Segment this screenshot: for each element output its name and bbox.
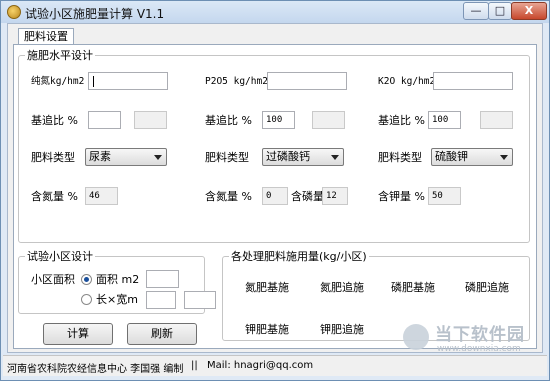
maximize-button[interactable]: □ <box>488 2 512 20</box>
length-width-radio[interactable] <box>81 294 92 305</box>
k-type-select[interactable]: 硫酸钾 <box>431 148 513 166</box>
title-bar[interactable]: 试验小区施肥量计算 V1.1 — □ X <box>1 1 549 23</box>
usage-legend: 各处理肥料施用量(kg/小区) <box>229 250 369 263</box>
area-option-label: 面积 m2 <box>96 273 140 286</box>
k-ratio-label: 基追比 % <box>378 114 425 127</box>
fertilizer-level-legend: 施肥水平设计 <box>25 49 95 62</box>
app-icon <box>7 5 21 19</box>
p-type-select[interactable]: 过磷酸钙 <box>262 148 344 166</box>
p-ratio-input[interactable]: 100 <box>262 111 295 129</box>
p-base-label: 磷肥基施 <box>391 281 435 294</box>
status-mail: Mail: hnagri@qq.com <box>207 360 314 371</box>
chevron-down-icon <box>154 155 162 160</box>
p-content-value: 12 <box>322 187 348 205</box>
radio-selected-dot <box>84 277 89 282</box>
status-author: 河南省农科院农经信息中心 李国强 编制 <box>7 364 184 375</box>
watermark: 当下软件园 www.downxia.com <box>403 318 543 362</box>
n-content-value: 46 <box>85 187 118 205</box>
k-content-value: 50 <box>428 187 461 205</box>
k-rate-label: K2O kg/hm2 <box>378 76 436 87</box>
area-input[interactable] <box>146 270 179 288</box>
n-ratio-label: 基追比 % <box>31 114 78 127</box>
tab-panel: 施肥水平设计 纯氮kg/hm2 P2O5 kg/hm2 K2O kg/hm2 基… <box>13 44 537 349</box>
chevron-down-icon <box>331 155 339 160</box>
n-content-label: 含氮量 % <box>31 190 78 203</box>
area-radio[interactable] <box>81 274 92 285</box>
watermark-logo-icon <box>403 324 429 350</box>
k-content-label: 含钾量 % <box>378 190 425 203</box>
n-rate-label: 纯氮kg/hm2 <box>31 76 85 87</box>
app-window: 试验小区施肥量计算 V1.1 — □ X 肥料设置 施肥水平设计 纯氮kg/hm… <box>0 0 550 381</box>
text-caret <box>93 76 94 87</box>
p-ratio-remainder <box>312 111 345 129</box>
p-top-label: 磷肥追施 <box>465 281 509 294</box>
close-button[interactable]: X <box>511 2 547 20</box>
k-ratio-remainder <box>480 111 513 129</box>
p-rate-input[interactable] <box>267 72 347 90</box>
refresh-button[interactable]: 刷新 <box>127 323 197 345</box>
k-top-label: 钾肥追施 <box>320 323 364 336</box>
k-type-label: 肥料类型 <box>378 151 422 164</box>
p-rate-label: P2O5 kg/hm2 <box>205 76 268 87</box>
n-ratio-input[interactable] <box>88 111 121 129</box>
n-top-label: 氮肥追施 <box>320 281 364 294</box>
fertilizer-level-group: 施肥水平设计 纯氮kg/hm2 P2O5 kg/hm2 K2O kg/hm2 基… <box>18 49 530 243</box>
watermark-url: www.downxia.com <box>437 344 521 354</box>
watermark-text: 当下软件园 <box>435 325 525 345</box>
k-base-label: 钾肥基施 <box>245 323 289 336</box>
length-input[interactable] <box>146 291 176 309</box>
length-width-option-label: 长×宽m <box>96 293 138 306</box>
calculate-button[interactable]: 计算 <box>43 323 113 345</box>
k-ratio-input[interactable]: 100 <box>428 111 461 129</box>
n-type-label: 肥料类型 <box>31 151 75 164</box>
width-input[interactable] <box>184 291 216 309</box>
p-type-label: 肥料类型 <box>205 151 249 164</box>
p-ratio-label: 基追比 % <box>205 114 252 127</box>
window-title: 试验小区施肥量计算 V1.1 <box>25 7 165 21</box>
plot-area-label: 小区面积 <box>31 273 75 286</box>
minimize-button[interactable]: — <box>463 2 489 20</box>
n-ratio-remainder <box>134 111 167 129</box>
k-rate-input[interactable] <box>433 72 513 90</box>
n-base-label: 氮肥基施 <box>245 281 289 294</box>
chevron-down-icon <box>500 155 508 160</box>
tab-fertilizer-settings[interactable]: 肥料设置 <box>18 28 74 45</box>
n-rate-input[interactable] <box>88 72 168 90</box>
p-n-content-value: 0 <box>262 187 288 205</box>
plot-design-group: 试验小区设计 小区面积 面积 m2 长×宽m <box>18 250 216 314</box>
status-separator: || <box>191 360 198 371</box>
client-area: 肥料设置 施肥水平设计 纯氮kg/hm2 P2O5 kg/hm2 K2O kg/… <box>7 23 543 353</box>
plot-design-legend: 试验小区设计 <box>25 250 95 263</box>
p-n-content-label: 含氮量 % <box>205 190 252 203</box>
p-content-label: 含磷量 <box>291 190 324 203</box>
n-type-select[interactable]: 尿素 <box>85 148 167 166</box>
